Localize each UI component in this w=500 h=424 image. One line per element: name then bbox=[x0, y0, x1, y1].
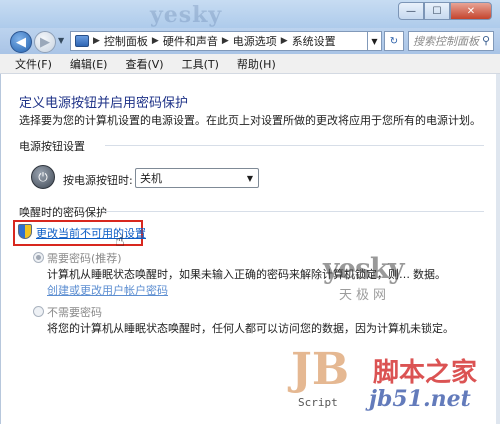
uac-shield-icon bbox=[18, 224, 32, 239]
close-button[interactable]: ✕ bbox=[450, 2, 492, 20]
refresh-icon: ↻ bbox=[389, 35, 399, 47]
power-icon: ⏻ bbox=[31, 165, 55, 189]
breadcrumb-system-settings[interactable]: 系统设置 bbox=[292, 33, 336, 49]
page-description: 选择要为您的计算机设置的电源设置。在此页上对设置所做的更改将应用于您所有的电源计… bbox=[19, 114, 481, 127]
power-button-label: 按电源按钮时: bbox=[63, 174, 133, 187]
maximize-button[interactable]: ☐ bbox=[424, 2, 450, 20]
page-title: 定义电源按钮并启用密码保护 bbox=[19, 96, 189, 111]
watermark-site-name: 脚本之家 bbox=[373, 358, 478, 388]
no-password-label: 不需要密码 bbox=[47, 306, 102, 319]
chevron-right-icon[interactable]: ▶ bbox=[222, 36, 229, 46]
forward-button[interactable]: ▶ bbox=[34, 31, 56, 53]
minimize-button[interactable]: — bbox=[398, 2, 424, 20]
section-divider bbox=[105, 145, 484, 146]
menu-bar: 文件(F) 编辑(E) 查看(V) 工具(T) 帮助(H) bbox=[0, 54, 500, 74]
chevron-right-icon[interactable]: ▶ bbox=[281, 36, 288, 46]
require-password-radio[interactable] bbox=[33, 252, 44, 263]
content-area: 定义电源按钮并启用密码保护 选择要为您的计算机设置的电源设置。在此页上对设置所做… bbox=[0, 74, 500, 424]
arrow-left-icon: ◀ bbox=[16, 34, 26, 50]
breadcrumb-hardware-sound[interactable]: 硬件和声音 bbox=[163, 33, 218, 49]
menu-file[interactable]: 文件(F) bbox=[6, 56, 61, 72]
title-bar: yesky — ☐ ✕ bbox=[0, 0, 500, 28]
menu-edit[interactable]: 编辑(E) bbox=[61, 56, 117, 72]
section-divider bbox=[105, 211, 484, 212]
search-placeholder: 搜索控制面板 bbox=[413, 35, 479, 48]
window-border-right bbox=[496, 74, 500, 424]
menu-view[interactable]: 查看(V) bbox=[116, 56, 172, 72]
chevron-right-icon[interactable]: ▶ bbox=[152, 36, 159, 46]
watermark-yesky: yesky bbox=[323, 252, 405, 285]
back-button[interactable]: ◀ bbox=[10, 31, 32, 53]
search-input[interactable]: 搜索控制面板 ⚲ bbox=[408, 31, 494, 51]
breadcrumb-power-options[interactable]: 电源选项 bbox=[233, 33, 277, 49]
require-password-description-tail: 数据。 bbox=[413, 268, 446, 281]
watermark-yesky-top: yesky bbox=[150, 2, 223, 28]
address-field[interactable]: ▶ 控制面板 ▶ 硬件和声音 ▶ 电源选项 ▶ 系统设置 bbox=[70, 31, 368, 51]
power-button-action-select[interactable]: 关机 ▼ bbox=[135, 168, 259, 188]
create-change-password-link[interactable]: 创建或更改用户帐户密码 bbox=[47, 282, 168, 298]
require-password-label: 需要密码(推荐) bbox=[47, 252, 122, 265]
no-password-radio[interactable] bbox=[33, 306, 44, 317]
address-toolbar: ◀ ▶ ▼ ▶ 控制面板 ▶ 硬件和声音 ▶ 电源选项 ▶ 系统设置 ▼ ↻ 搜… bbox=[0, 28, 500, 54]
section-title-power-button: 电源按钮设置 bbox=[19, 140, 85, 153]
no-password-description: 将您的计算机从睡眠状态唤醒时，任何人都可以访问您的数据，因为计算机未锁定。 bbox=[47, 322, 454, 335]
refresh-button[interactable]: ↻ bbox=[384, 31, 404, 51]
watermark-tianji: 天极网 bbox=[339, 288, 391, 303]
menu-tools[interactable]: 工具(T) bbox=[173, 56, 228, 72]
chevron-right-icon[interactable]: ▶ bbox=[93, 36, 100, 46]
watermark-site-url: jb51.net bbox=[369, 386, 471, 412]
recent-pages-dropdown[interactable]: ▼ bbox=[58, 36, 64, 45]
change-unavailable-settings-link[interactable]: 更改当前不可用的设置 bbox=[36, 225, 146, 241]
address-dropdown-button[interactable]: ▼ bbox=[368, 31, 382, 51]
breadcrumb-control-panel[interactable]: 控制面板 bbox=[104, 33, 148, 49]
hand-cursor-icon: ☝ bbox=[115, 231, 125, 250]
window-controls: — ☐ ✕ bbox=[398, 2, 492, 20]
watermark-script: Script bbox=[298, 396, 338, 409]
search-icon[interactable]: ⚲ bbox=[482, 34, 490, 47]
watermark-jb-logo: JB bbox=[291, 344, 350, 395]
chevron-down-icon: ▼ bbox=[371, 36, 378, 46]
control-panel-icon bbox=[75, 35, 89, 47]
section-title-wake-password: 唤醒时的密码保护 bbox=[19, 206, 107, 219]
power-button-action-value: 关机 bbox=[140, 172, 162, 185]
chevron-down-icon: ▼ bbox=[246, 173, 254, 183]
menu-help[interactable]: 帮助(H) bbox=[228, 56, 285, 72]
arrow-right-icon: ▶ bbox=[40, 34, 50, 50]
